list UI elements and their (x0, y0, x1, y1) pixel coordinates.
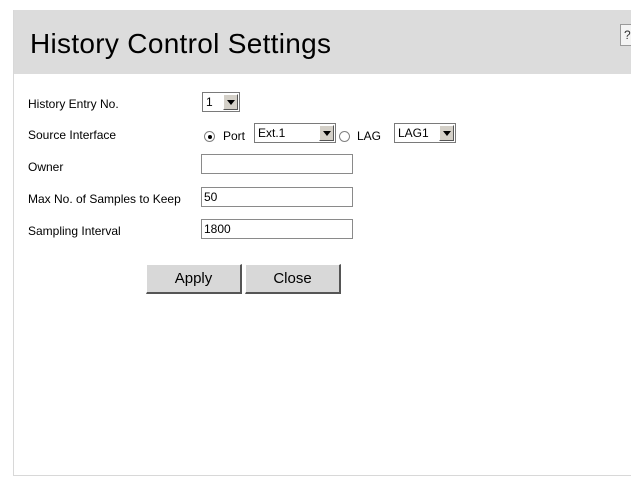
lag-select-value: LAG1 (398, 126, 429, 140)
port-radio[interactable] (204, 131, 215, 142)
history-entry-value: 1 (206, 95, 213, 109)
owner-label: Owner (28, 160, 64, 174)
port-select-value: Ext.1 (258, 126, 286, 140)
help-button[interactable]: ? (620, 24, 631, 46)
chevron-down-icon[interactable] (439, 125, 454, 141)
chevron-down-icon[interactable] (223, 94, 238, 110)
page-title: History Control Settings (30, 28, 332, 59)
sampling-interval-field[interactable] (201, 219, 353, 239)
port-radio-label: Port (223, 129, 246, 143)
sampling-interval-label: Sampling Interval (28, 224, 121, 238)
apply-button[interactable]: Apply (146, 264, 242, 294)
max-samples-field[interactable] (201, 187, 353, 207)
close-button[interactable]: Close (245, 264, 341, 294)
settings-panel: History Control Settings ? History Entry… (13, 10, 631, 476)
port-select[interactable]: Ext.1 (254, 123, 336, 143)
history-entry-select[interactable]: 1 (202, 92, 240, 112)
max-samples-label: Max No. of Samples to Keep (28, 192, 181, 206)
source-interface-label: Source Interface (28, 128, 117, 142)
lag-radio[interactable] (339, 131, 350, 142)
owner-field[interactable] (201, 154, 353, 174)
header-bar: History Control Settings ? (14, 10, 631, 74)
chevron-down-icon[interactable] (319, 125, 334, 141)
history-entry-label: History Entry No. (28, 97, 119, 111)
lag-radio-label: LAG (357, 129, 382, 143)
lag-select[interactable]: LAG1 (394, 123, 456, 143)
